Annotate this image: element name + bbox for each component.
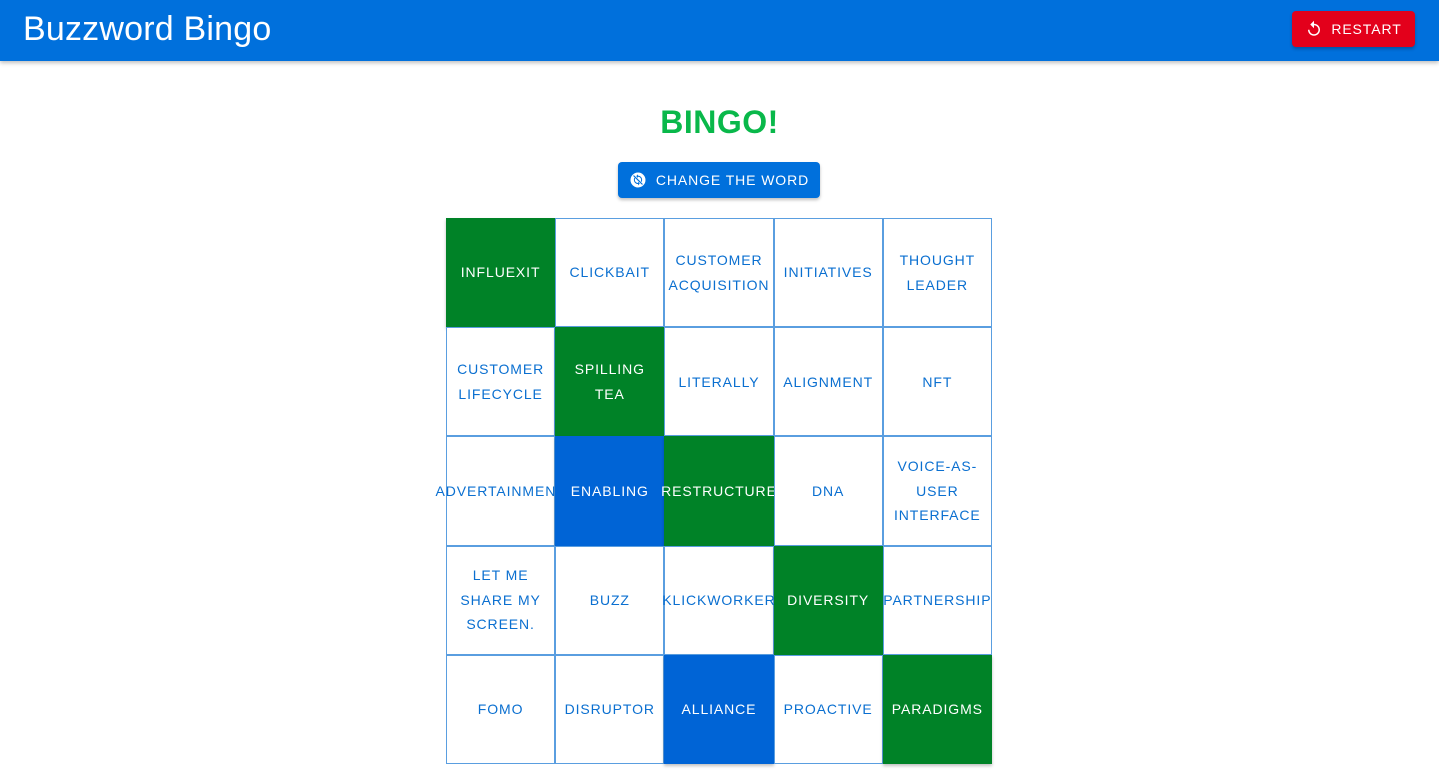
bingo-cell[interactable]: clickbait <box>555 218 665 328</box>
change-word-button[interactable]: Change the word <box>618 162 820 198</box>
bingo-cell[interactable]: restructure <box>661 436 776 546</box>
bingo-cell[interactable]: spilling tea <box>555 327 665 437</box>
bingo-cell[interactable]: influexit <box>446 218 556 328</box>
bingo-cell[interactable]: advertainment <box>436 436 565 546</box>
bingo-cell[interactable]: initiatives <box>773 218 883 328</box>
sync-icon <box>629 171 647 189</box>
bingo-cell[interactable]: voice-as-user interface <box>882 436 992 546</box>
bingo-cell[interactable]: let me share my screen. <box>446 545 556 655</box>
bingo-board: influexit clickbait customer acquisition… <box>436 218 992 764</box>
restart-label: Restart <box>1331 21 1402 37</box>
bingo-cell[interactable]: alignment <box>773 327 883 437</box>
bingo-cell[interactable]: partnership <box>882 545 992 655</box>
app-title: Buzzword Bingo <box>23 10 272 48</box>
bingo-cell[interactable]: paradigms <box>882 654 992 764</box>
bingo-cell[interactable]: klickworker <box>662 545 775 655</box>
restart-icon <box>1305 20 1323 38</box>
bingo-cell[interactable]: proactive <box>773 654 883 764</box>
bingo-cell[interactable]: buzz <box>555 545 665 655</box>
bingo-cell[interactable]: disruptor <box>555 654 665 764</box>
bingo-cell[interactable]: customer lifecycle <box>446 327 556 437</box>
bingo-cell[interactable]: customer acquisition <box>664 218 774 328</box>
bingo-cell[interactable]: literally <box>664 327 774 437</box>
bingo-cell[interactable]: NFT <box>882 327 992 437</box>
bingo-cell[interactable]: DNA <box>773 436 883 546</box>
bingo-cell[interactable]: alliance <box>664 654 774 764</box>
change-word-label: Change the word <box>655 172 810 188</box>
bingo-cell[interactable]: FOMO <box>446 654 556 764</box>
bingo-cell[interactable]: enabling <box>555 436 665 546</box>
restart-button[interactable]: Restart <box>1292 11 1415 47</box>
bingo-status: BINGO! <box>660 104 779 140</box>
bingo-cell[interactable]: thought leader <box>882 218 992 328</box>
app-bar: Buzzword Bingo Restart <box>0 0 1439 61</box>
bingo-cell[interactable]: diversity <box>773 545 883 655</box>
